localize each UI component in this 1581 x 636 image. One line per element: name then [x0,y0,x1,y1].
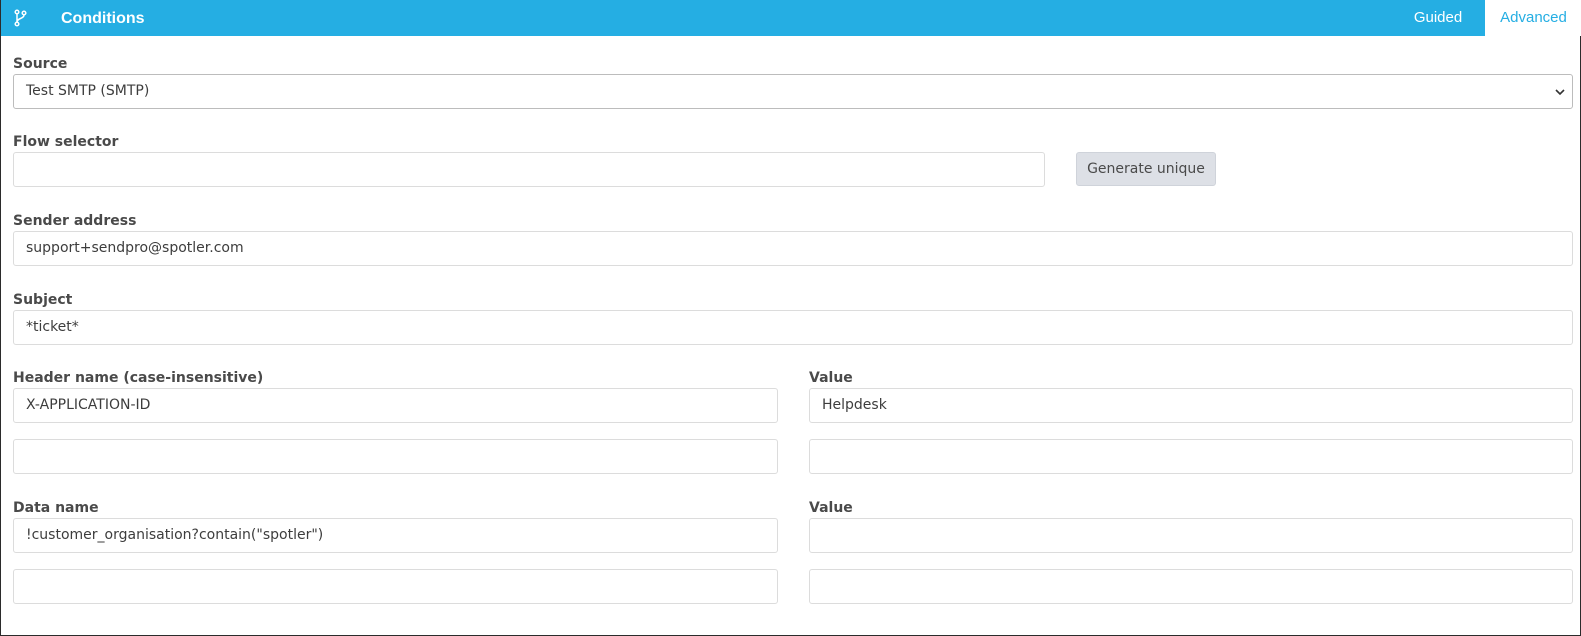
flow-branch-icon [14,9,27,27]
data-value-input-empty[interactable] [809,569,1573,604]
sender-address-input[interactable]: support+sendpro@spotler.com [13,231,1573,266]
data-value-input[interactable] [809,518,1573,553]
panel-header: Conditions Guided Advanced [1,0,1581,36]
data-value-label: Value [809,500,853,516]
subject-label: Subject [13,292,73,308]
sender-address-label: Sender address [13,213,137,229]
panel-title: Conditions [61,10,145,27]
conditions-panel: Conditions Guided Advanced Source Test S… [0,0,1581,636]
subject-input[interactable]: *ticket* [13,310,1573,345]
header-value-input[interactable]: Helpdesk [809,388,1573,423]
data-name-input[interactable]: !customer_organisation?contain("spotler"… [13,518,778,553]
header-value-label: Value [809,370,853,386]
source-label: Source [13,56,68,72]
header-name-input[interactable]: X-APPLICATION-ID [13,388,778,423]
header-value-input-empty[interactable] [809,439,1573,474]
tab-guided[interactable]: Guided [1393,0,1483,36]
data-name-label: Data name [13,500,99,516]
data-name-input-empty[interactable] [13,569,778,604]
generate-unique-button[interactable]: Generate unique [1076,152,1216,186]
flow-selector-label: Flow selector [13,134,119,150]
header-name-input-empty[interactable] [13,439,778,474]
header-name-label: Header name (case-insensitive) [13,370,264,386]
chevron-down-icon [1555,89,1565,96]
source-select[interactable]: Test SMTP (SMTP) [13,74,1573,109]
tab-advanced[interactable]: Advanced [1485,0,1581,36]
flow-selector-input[interactable] [13,152,1045,187]
source-select-value: Test SMTP (SMTP) [26,83,150,99]
